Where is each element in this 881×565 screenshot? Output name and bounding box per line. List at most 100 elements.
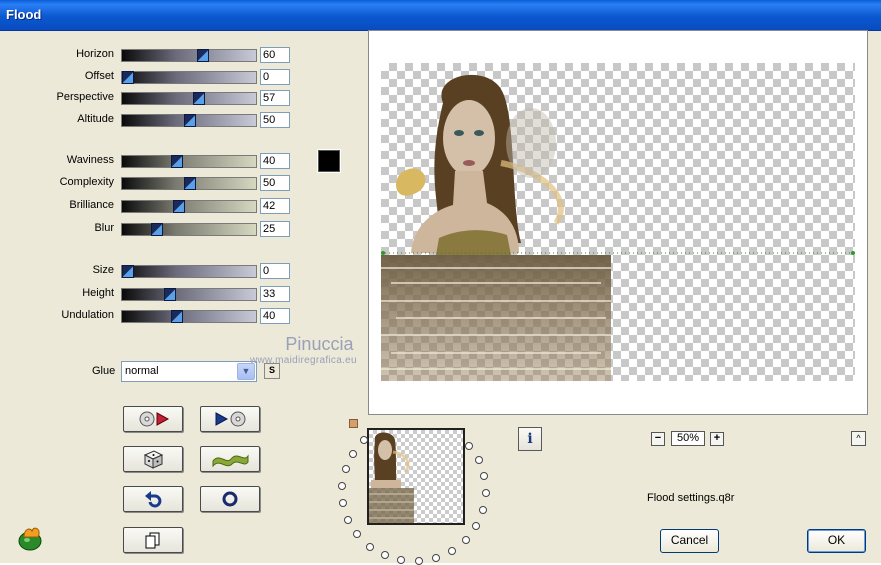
value-field[interactable]: 40 — [260, 153, 290, 169]
slider-thumb[interactable] — [122, 71, 135, 84]
value-field[interactable]: 42 — [260, 198, 290, 214]
navigator-ring-dot — [338, 482, 347, 491]
navigator-ring-dot — [341, 465, 350, 474]
info-button[interactable]: i — [518, 427, 542, 451]
slider-track[interactable] — [121, 223, 257, 236]
slider-thumb[interactable] — [173, 200, 186, 213]
zoom-out-button[interactable]: − — [651, 432, 665, 446]
zoom-level[interactable]: 50% — [671, 431, 705, 446]
slider-track[interactable] — [121, 71, 257, 84]
ok-button[interactable]: OK — [807, 529, 866, 553]
navigator-handle[interactable] — [349, 419, 358, 428]
slider-label: Complexity — [59, 176, 114, 188]
zoom-in-button[interactable]: + — [710, 432, 724, 446]
slider-track[interactable] — [121, 114, 257, 127]
reset-button[interactable] — [200, 486, 260, 512]
save-preset-button[interactable] — [200, 406, 260, 432]
preview-panel[interactable] — [368, 30, 868, 415]
slider-track[interactable] — [121, 49, 257, 62]
watermark: Pinuccia www.maidiregrafica.eu — [250, 334, 357, 366]
value-field[interactable]: 40 — [260, 308, 290, 324]
slider-label: Blur — [94, 222, 114, 234]
copy-button[interactable] — [123, 527, 183, 553]
slider-track[interactable] — [121, 155, 257, 168]
slider-thumb[interactable] — [197, 49, 210, 62]
slider-thumb[interactable] — [184, 114, 196, 127]
slider-thumb[interactable] — [150, 223, 163, 236]
value-field[interactable]: 0 — [260, 263, 290, 279]
slider-thumb[interactable] — [184, 177, 196, 190]
navigator-ring-dot — [472, 522, 481, 531]
load-preset-button[interactable] — [123, 406, 183, 432]
title-bar[interactable]: Flood — [0, 0, 881, 31]
value-field[interactable]: 33 — [260, 286, 290, 302]
slider-label: Undulation — [61, 309, 114, 321]
navigator-thumbnail[interactable] — [367, 428, 465, 525]
navigator-ring-dot — [415, 557, 424, 565]
navigator-ring-dot — [353, 530, 362, 539]
slider-brilliance: Brilliance 42 — [0, 197, 300, 215]
slider-label: Offset — [84, 70, 114, 82]
navigator-ring-dot — [339, 499, 348, 508]
value-field[interactable]: 25 — [260, 221, 290, 237]
value-field[interactable]: 0 — [260, 69, 290, 85]
navigator-ring-dot — [474, 456, 483, 465]
value-field[interactable]: 50 — [260, 112, 290, 128]
slider-thumb[interactable] — [163, 288, 176, 301]
save-preset-icon — [215, 411, 246, 427]
load-preset-icon — [139, 411, 170, 427]
navigator-ring-dot — [432, 554, 441, 563]
navigator-ring-dot — [344, 515, 353, 524]
slider-offset: Offset 0 — [0, 68, 300, 86]
slider-thumb[interactable] — [122, 265, 135, 278]
waviness-color-swatch[interactable] — [317, 149, 341, 173]
navigator-ring-dot — [365, 542, 374, 551]
cancel-button[interactable]: Cancel — [660, 529, 719, 553]
slider-size: Size 0 — [0, 262, 300, 280]
undo-button[interactable] — [123, 486, 183, 512]
collapse-button[interactable]: ^ — [851, 431, 866, 446]
slider-track[interactable] — [121, 265, 257, 278]
slider-complexity: Complexity 50 — [0, 174, 300, 192]
glue-dropdown[interactable]: normal ▼ — [121, 361, 257, 382]
preview-canvas[interactable] — [381, 63, 855, 381]
window-title: Flood — [6, 7, 42, 22]
slider-label: Height — [82, 287, 114, 299]
slider-horizon: Horizon 60 — [0, 46, 300, 64]
slider-track[interactable] — [121, 310, 257, 323]
slider-waviness: Waviness 40 — [0, 152, 300, 170]
navigator-ring-dot — [348, 449, 357, 458]
slider-undulation: Undulation 40 — [0, 307, 300, 325]
value-field[interactable]: 60 — [260, 47, 290, 63]
slider-label: Horizon — [76, 48, 114, 60]
slider-track[interactable] — [121, 200, 257, 213]
slider-altitude: Altitude 50 — [0, 111, 300, 129]
thumbnail-image — [369, 432, 414, 523]
slider-track[interactable] — [121, 92, 257, 105]
watermark-name: Pinuccia — [285, 334, 354, 354]
slider-perspective: Perspective 57 — [0, 89, 300, 107]
value-field[interactable]: 57 — [260, 90, 290, 106]
preview-image — [381, 74, 855, 381]
slider-track[interactable] — [121, 177, 257, 190]
random-dice-icon — [143, 450, 164, 469]
copy-icon — [145, 532, 160, 549]
navigator-ring-dot — [448, 546, 457, 555]
slider-label: Altitude — [77, 113, 114, 125]
slider-label: Size — [92, 264, 114, 276]
slider-track[interactable] — [121, 288, 257, 301]
undo-icon — [145, 491, 162, 508]
value-field[interactable]: 50 — [260, 175, 290, 191]
glue-label: Glue — [92, 365, 116, 377]
navigator-ring-dot — [397, 556, 406, 565]
slider-thumb[interactable] — [170, 155, 183, 168]
navigator-ring-dot — [481, 489, 490, 498]
navigator-ring-dot — [465, 441, 474, 450]
navigator-ring-dot — [480, 472, 489, 481]
flood-dialog: Flood Horizon 60 Offset 0 Perspective 57… — [0, 0, 881, 565]
wave-button[interactable] — [200, 446, 260, 472]
random-button[interactable] — [123, 446, 183, 472]
settings-file-name: Flood settings.q8r — [647, 492, 735, 504]
slider-thumb[interactable] — [193, 92, 206, 105]
slider-thumb[interactable] — [170, 310, 183, 323]
